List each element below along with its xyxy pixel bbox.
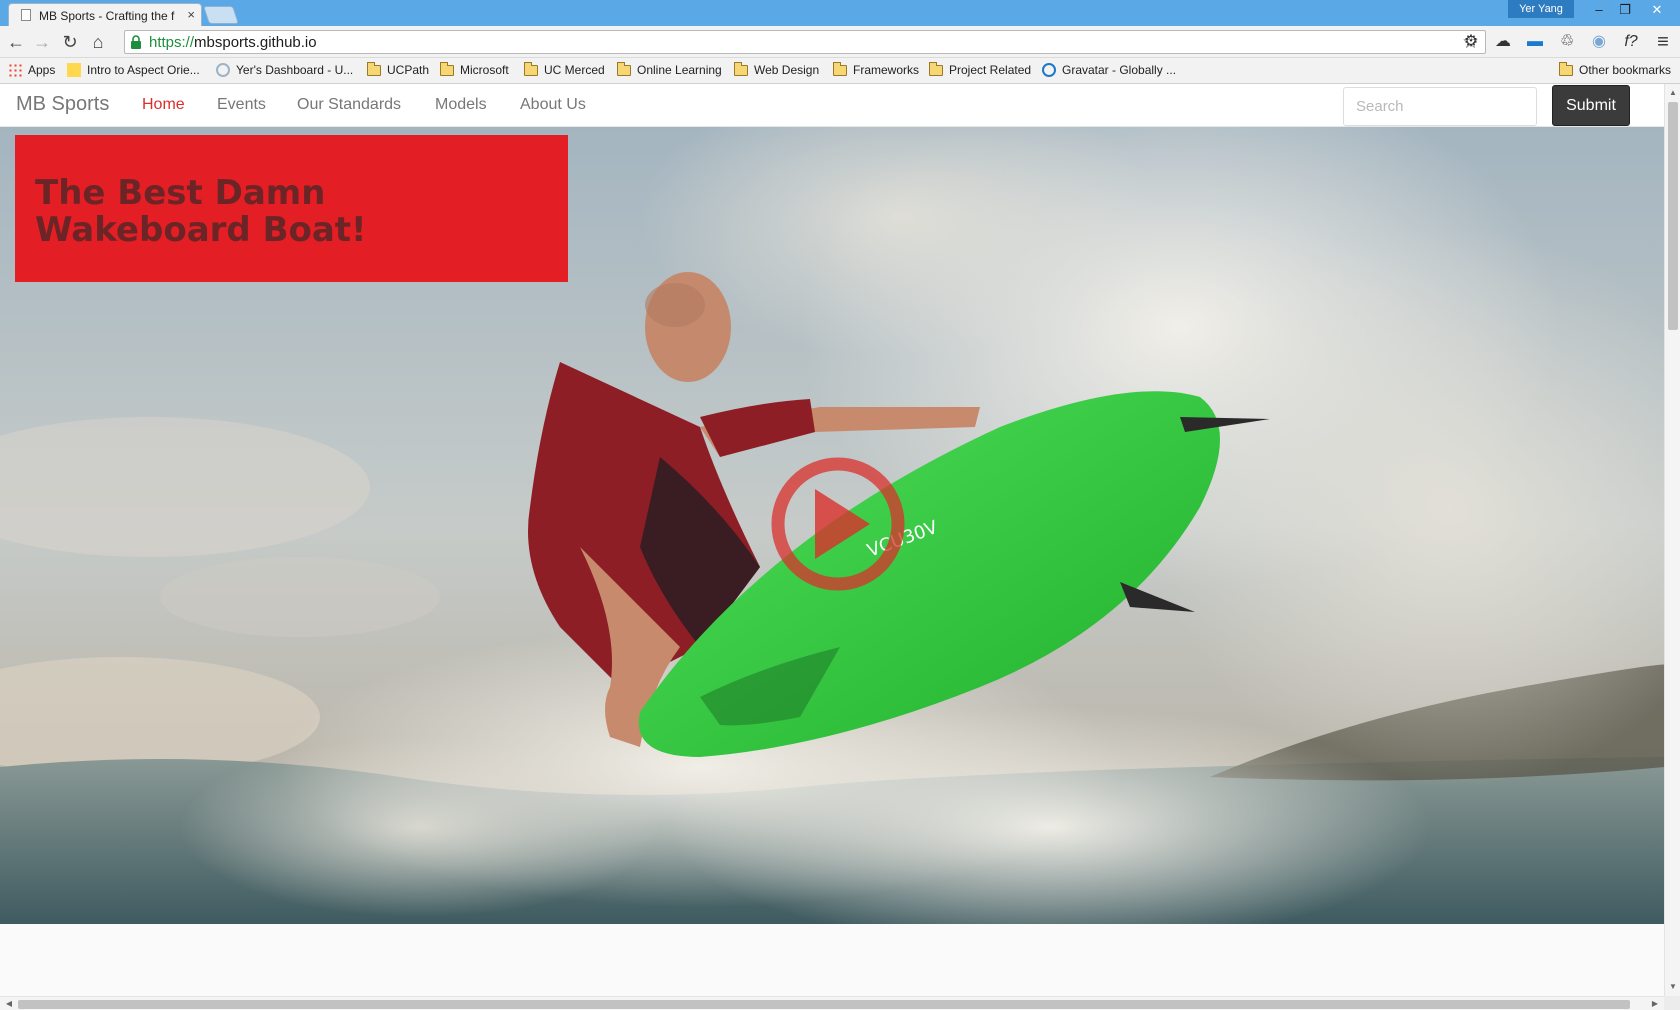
horizontal-scroll-thumb[interactable] — [18, 1000, 1630, 1009]
url-host: mbsports.github.io — [194, 34, 317, 51]
bookmark-intro-aspect[interactable]: Intro to Aspect Orie... — [67, 63, 200, 77]
vertical-scroll-thumb[interactable] — [1668, 102, 1678, 330]
nav-our-standards[interactable]: Our Standards — [297, 96, 401, 114]
back-arrow-icon[interactable]: ← — [4, 30, 28, 54]
address-bar[interactable]: https://mbsports.github.io ☆ — [124, 30, 1486, 54]
bookmark-folder-web-design[interactable]: Web Design — [734, 61, 819, 77]
nav-models[interactable]: Models — [435, 96, 487, 114]
forward-arrow-icon[interactable]: → — [30, 30, 54, 54]
scroll-down-arrow-icon[interactable]: ▼ — [1668, 982, 1678, 992]
cloud-extension-icon[interactable]: ☁ — [1492, 31, 1514, 53]
bookmarks-bar: Apps Intro to Aspect Orie... Yer's Dashb… — [0, 58, 1680, 84]
maximize-icon[interactable]: ❐ — [1612, 0, 1638, 20]
minimize-icon[interactable]: – — [1586, 0, 1612, 20]
page-body-area — [0, 924, 1664, 996]
folder-icon — [833, 61, 847, 76]
bookmark-folder-uc-merced[interactable]: UC Merced — [524, 61, 605, 77]
nav-about-us[interactable]: About Us — [520, 96, 586, 114]
site-navbar: MB Sports Home Events Our Standards Mode… — [0, 84, 1664, 127]
bookmark-folder-microsoft[interactable]: Microsoft — [440, 61, 509, 77]
page-favicon-icon — [21, 9, 31, 21]
nav-events[interactable]: Events — [217, 96, 266, 114]
bookmark-dashboard[interactable]: Yer's Dashboard - U... — [216, 63, 353, 77]
page-viewport: MB Sports Home Events Our Standards Mode… — [0, 84, 1664, 996]
profile-button[interactable]: Yer Yang — [1508, 0, 1574, 18]
scroll-left-arrow-icon[interactable]: ◀ — [4, 999, 14, 1009]
bookmark-folder-project-related[interactable]: Project Related — [929, 61, 1031, 77]
folder-icon — [367, 61, 381, 76]
settings-gear-icon[interactable]: ⚙ — [1460, 31, 1482, 53]
browser-title-bar: MB Sports - Crafting the f × Yer Yang – … — [0, 0, 1680, 26]
brand-link[interactable]: MB Sports — [16, 93, 109, 116]
reload-icon[interactable]: ↻ — [58, 30, 82, 54]
browser-toolbar: ← → ↻ ⌂ https://mbsports.github.io ☆ ⚙ ☁… — [0, 26, 1680, 58]
url-text[interactable]: https://mbsports.github.io — [149, 34, 317, 51]
scroll-right-arrow-icon[interactable]: ▶ — [1650, 999, 1660, 1009]
folder-icon — [617, 61, 631, 76]
bookmark-apps[interactable]: Apps — [8, 63, 55, 77]
horizontal-scrollbar[interactable]: ◀ ▶ — [0, 996, 1664, 1010]
new-tab-button[interactable] — [203, 6, 239, 24]
hero-headline: The Best Damn Wakeboard Boat! — [35, 173, 367, 250]
nav-home[interactable]: Home — [142, 96, 185, 114]
bookmark-folder-online-learning[interactable]: Online Learning — [617, 61, 722, 77]
close-window-icon[interactable]: ✕ — [1638, 0, 1676, 20]
browser-tab[interactable]: MB Sports - Crafting the f × — [8, 3, 202, 26]
bookmark-gravatar[interactable]: Gravatar - Globally ... — [1042, 63, 1176, 77]
bookmark-folder-other[interactable]: Other bookmarks — [1559, 61, 1671, 77]
folder-icon — [734, 61, 748, 76]
bookmark-favicon-icon — [67, 63, 81, 77]
url-scheme: https:// — [149, 34, 195, 51]
home-icon[interactable]: ⌂ — [86, 30, 110, 54]
apps-grid-icon — [8, 63, 22, 77]
folder-icon — [524, 61, 538, 76]
font-extension-icon[interactable]: f? — [1620, 31, 1642, 53]
submit-button[interactable]: Submit — [1552, 85, 1630, 126]
gear-icon — [216, 63, 230, 77]
recycle-extension-icon[interactable]: ♲ — [1556, 31, 1578, 53]
folder-icon — [440, 61, 454, 76]
blue-extension-icon[interactable]: ▬ — [1524, 31, 1546, 53]
vertical-scrollbar[interactable]: ▲ ▼ — [1664, 84, 1680, 996]
scrollbar-corner — [1664, 996, 1680, 1010]
scroll-up-arrow-icon[interactable]: ▲ — [1668, 88, 1678, 98]
menu-icon[interactable]: ≡ — [1652, 31, 1674, 53]
gravatar-icon — [1042, 63, 1056, 77]
camera-extension-icon[interactable]: ◉ — [1588, 31, 1610, 53]
hero-banner: VCU30V The Best Damn Wakeboard Boat! — [0, 127, 1664, 924]
headline-box: The Best Damn Wakeboard Boat! — [15, 135, 568, 282]
lock-icon — [131, 35, 141, 49]
folder-icon — [1559, 61, 1573, 76]
search-input[interactable] — [1343, 87, 1537, 126]
bookmark-folder-frameworks[interactable]: Frameworks — [833, 61, 919, 77]
bookmark-folder-ucpath[interactable]: UCPath — [367, 61, 429, 77]
tab-title: MB Sports - Crafting the f — [39, 9, 175, 23]
tab-close-icon[interactable]: × — [187, 7, 195, 22]
folder-icon — [929, 61, 943, 76]
